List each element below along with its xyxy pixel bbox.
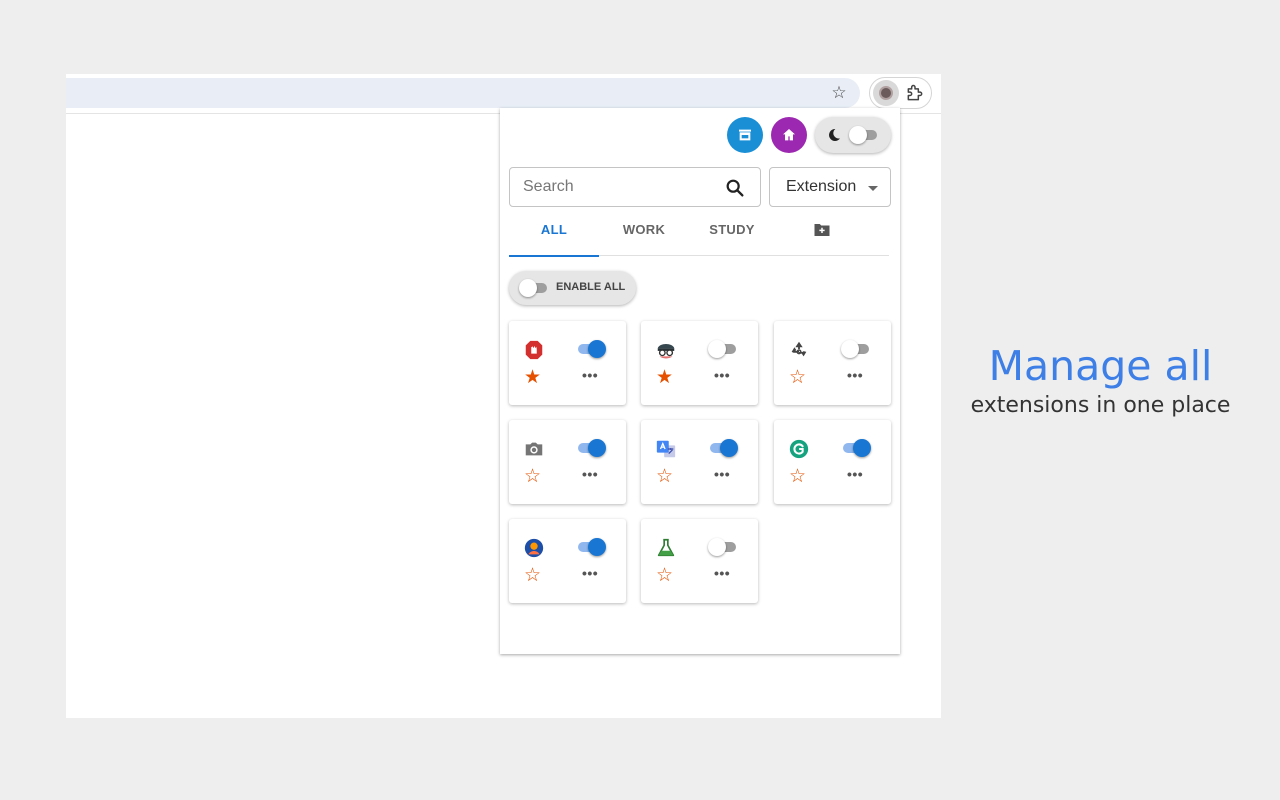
- extension-toggle[interactable]: [708, 438, 738, 458]
- extension-card: ☆ •••: [774, 321, 891, 405]
- extension-card: ☆ •••: [774, 420, 891, 504]
- extension-toggle[interactable]: [708, 537, 738, 557]
- enable-all-button[interactable]: ENABLE ALL: [509, 271, 636, 305]
- favorite-star-icon[interactable]: ☆: [656, 566, 673, 586]
- extension-card: ☆ •••: [509, 420, 626, 504]
- search-field[interactable]: [509, 167, 761, 207]
- extension-card: ☆ •••: [509, 519, 626, 603]
- extension-manager-icon[interactable]: [873, 80, 899, 106]
- extension-toggle[interactable]: [841, 339, 871, 359]
- tab-label: STUDY: [709, 222, 755, 237]
- group-tabs: ALL WORK STUDY: [509, 216, 889, 257]
- extensions-area: [869, 77, 932, 109]
- extension-card: ★ •••: [509, 321, 626, 405]
- favorite-star-icon[interactable]: ☆: [789, 467, 806, 487]
- tagline-subline: extensions in one place: [970, 393, 1231, 418]
- store-icon: [739, 129, 751, 141]
- extension-toggle[interactable]: [576, 537, 606, 557]
- favorite-star-icon[interactable]: ★: [656, 368, 673, 388]
- more-options-icon[interactable]: •••: [714, 466, 730, 482]
- more-options-icon[interactable]: •••: [714, 367, 730, 383]
- filter-select[interactable]: Extension: [769, 167, 891, 207]
- tab-label: WORK: [622, 222, 666, 237]
- flask-icon: [657, 538, 675, 557]
- puzzle-icon[interactable]: [905, 83, 925, 103]
- red-shield-icon: [525, 340, 543, 360]
- tab-label: ALL: [540, 222, 568, 237]
- favorite-star-icon[interactable]: ☆: [524, 566, 541, 586]
- tagline-headline: Manage all: [988, 342, 1213, 390]
- dark-mode-switch[interactable]: [849, 125, 879, 145]
- tab-all[interactable]: ALL: [509, 216, 599, 257]
- grammarly-icon: [789, 439, 809, 459]
- more-options-icon[interactable]: •••: [582, 466, 598, 482]
- add-folder-icon: [814, 224, 830, 236]
- enable-all-label: ENABLE ALL: [556, 281, 626, 293]
- address-bar[interactable]: [66, 78, 860, 108]
- promo-tagline: Manage all extensions in one place: [941, 340, 1260, 420]
- filter-selected-value: Extension: [786, 178, 857, 195]
- home-button[interactable]: [771, 117, 807, 153]
- extension-card: ☆ •••: [641, 519, 758, 603]
- favorite-star-icon[interactable]: ☆: [524, 467, 541, 487]
- tab-add-group[interactable]: [777, 216, 867, 256]
- more-options-icon[interactable]: •••: [714, 565, 730, 581]
- search-icon[interactable]: [724, 177, 746, 199]
- extension-toggle[interactable]: [576, 339, 606, 359]
- blue-avatar-icon: [524, 538, 544, 558]
- more-options-icon[interactable]: •••: [582, 367, 598, 383]
- favorite-star-icon[interactable]: ☆: [656, 467, 673, 487]
- moon-icon: [829, 128, 840, 141]
- favorite-star-icon[interactable]: ☆: [789, 368, 806, 388]
- enable-all-switch[interactable]: [519, 278, 549, 298]
- extension-card: ★ •••: [641, 321, 758, 405]
- bookmark-star-icon[interactable]: ☆: [828, 82, 850, 104]
- chevron-down-icon: [868, 186, 878, 191]
- extension-manager-popup: Extension ALL WORK STUDY ENABLE ALL ★ ••…: [500, 108, 900, 654]
- extension-card: ☆ •••: [641, 420, 758, 504]
- camera-icon: [525, 442, 543, 456]
- extension-toggle[interactable]: [708, 339, 738, 359]
- more-options-icon[interactable]: •••: [582, 565, 598, 581]
- favorite-star-icon[interactable]: ★: [524, 368, 541, 388]
- more-options-icon[interactable]: •••: [847, 367, 863, 383]
- web-store-button[interactable]: [727, 117, 763, 153]
- search-input[interactable]: [511, 169, 711, 205]
- tab-work[interactable]: WORK: [599, 216, 689, 256]
- extension-toggle[interactable]: [576, 438, 606, 458]
- spy-face-icon: [657, 344, 675, 359]
- more-options-icon[interactable]: •••: [847, 466, 863, 482]
- dark-mode-toggle[interactable]: [815, 117, 891, 153]
- recycle-icon: [791, 341, 807, 357]
- tab-study[interactable]: STUDY: [687, 216, 777, 256]
- extension-toggle[interactable]: [841, 438, 871, 458]
- home-icon: [783, 129, 795, 141]
- translate-icon: [656, 440, 676, 458]
